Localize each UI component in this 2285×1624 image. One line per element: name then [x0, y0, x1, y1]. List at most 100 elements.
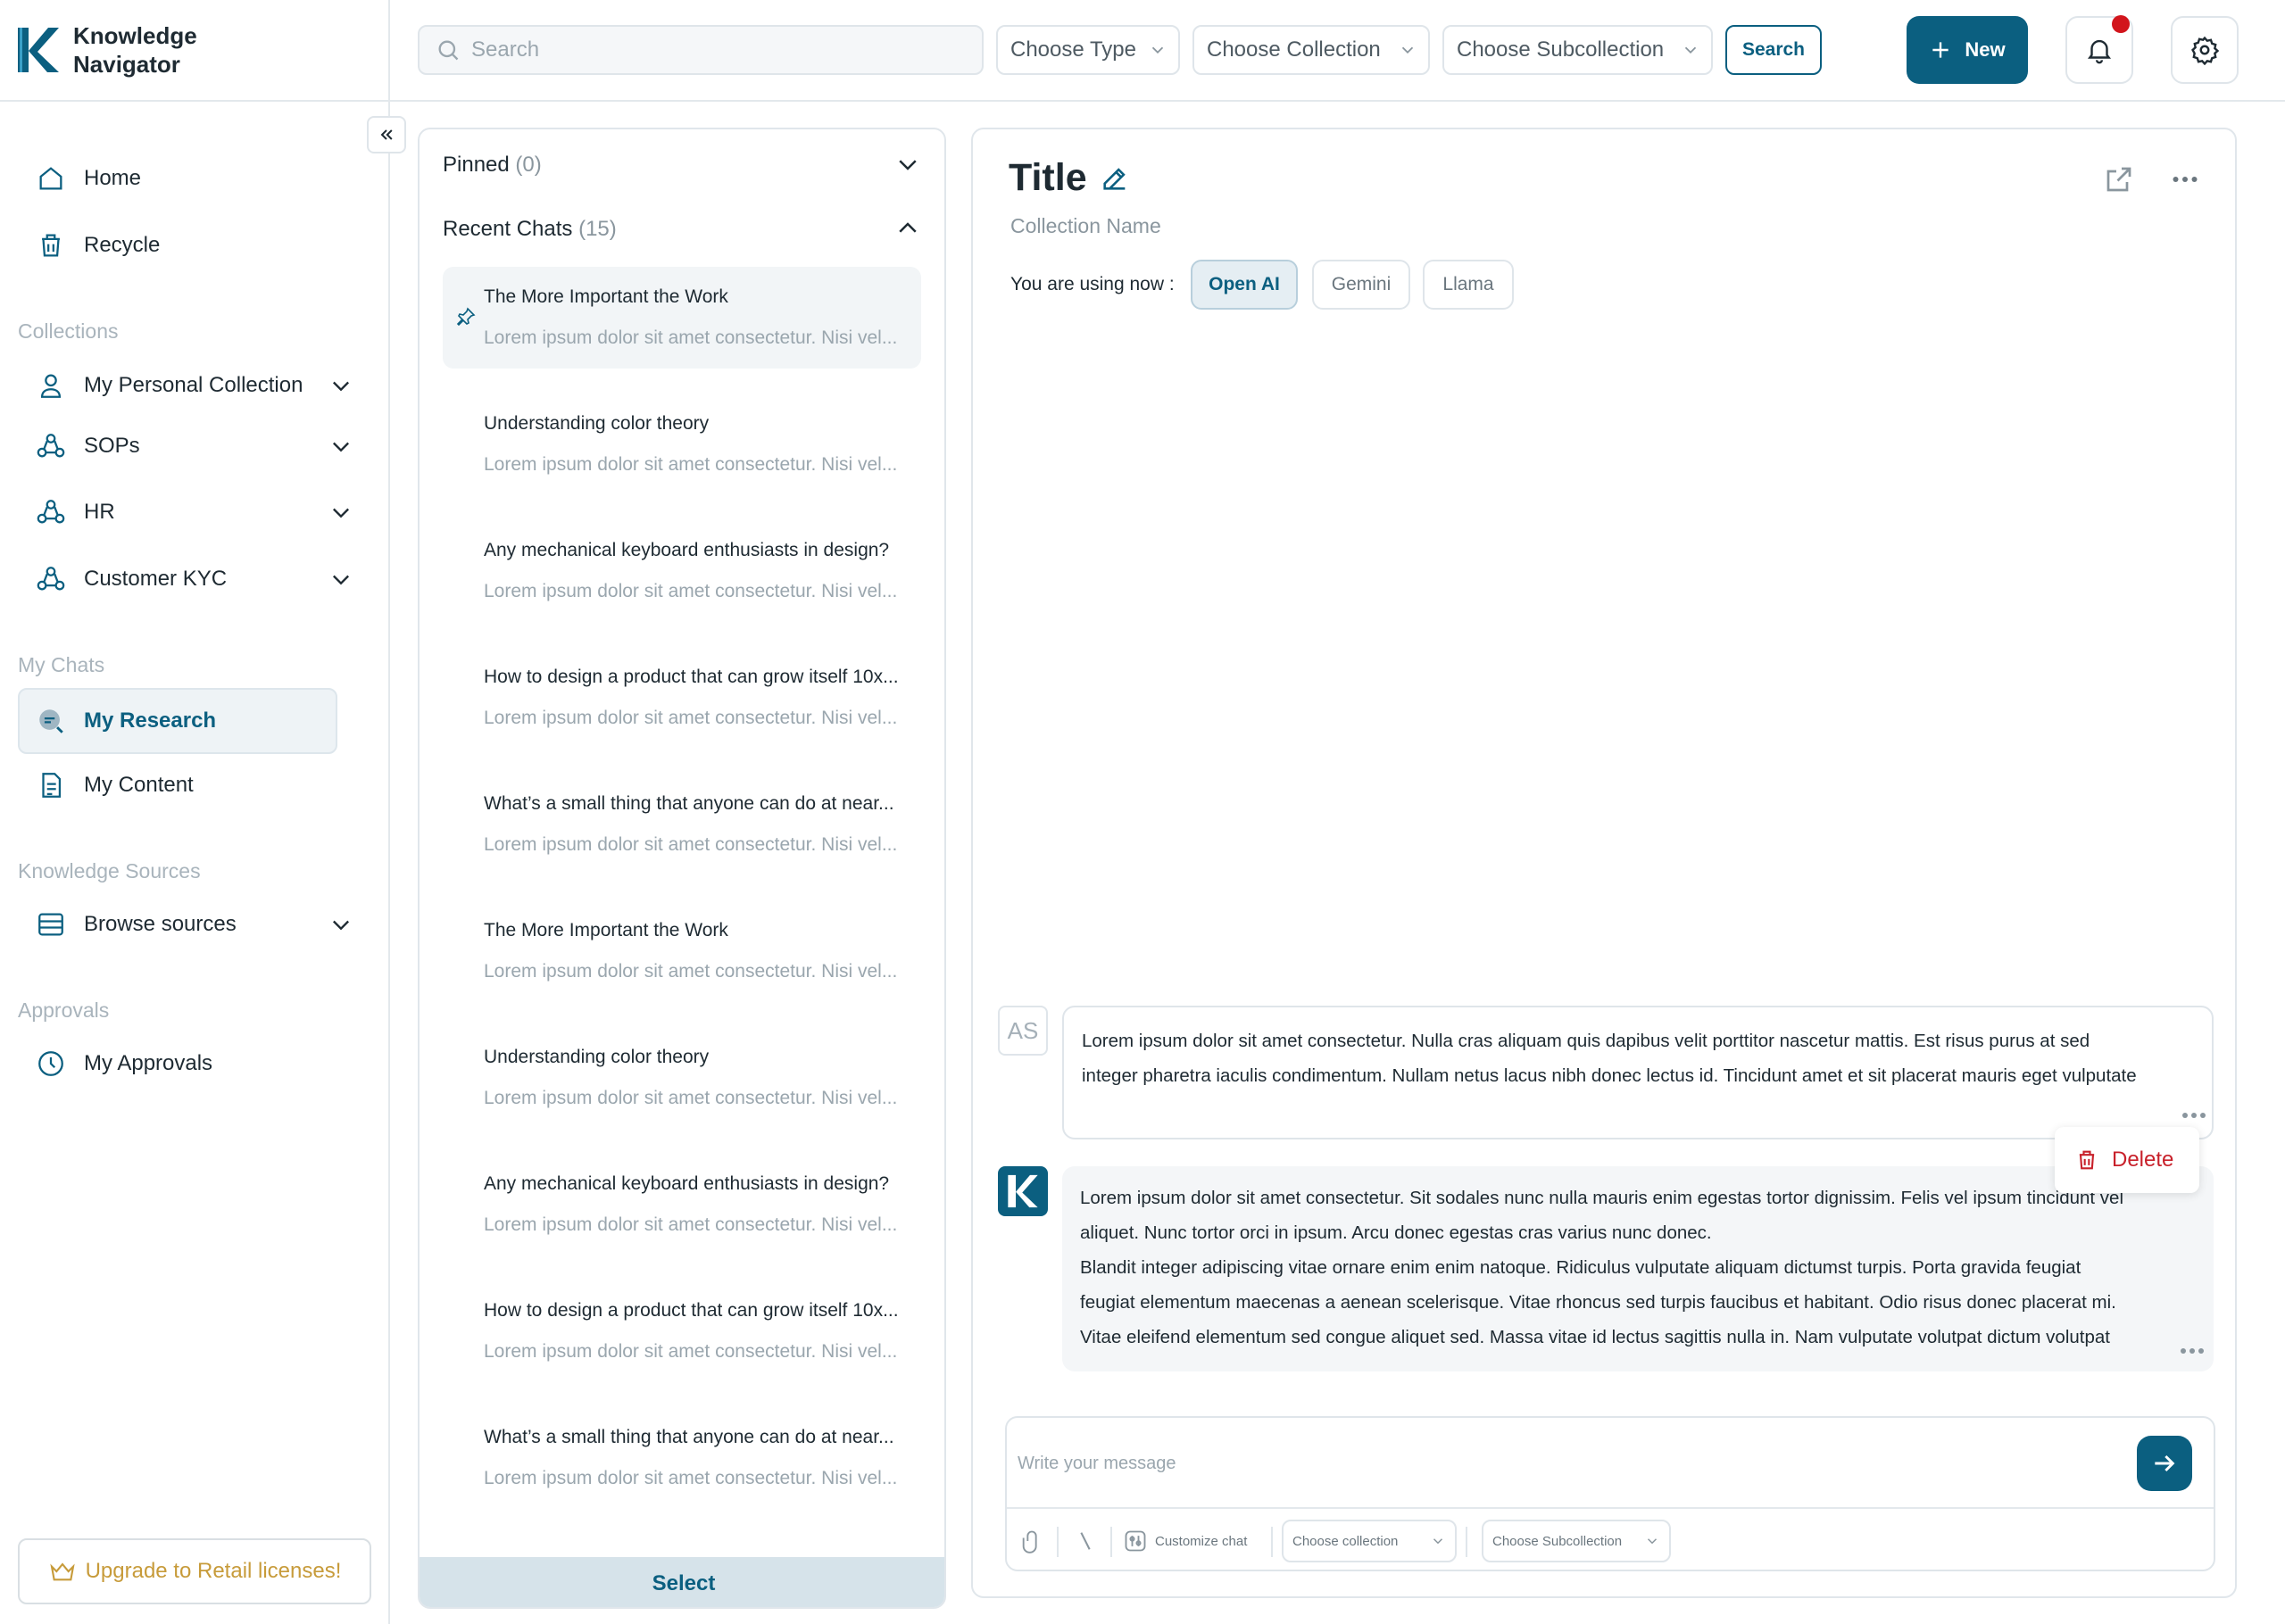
chevron-down-icon[interactable]: [894, 151, 921, 178]
pinned-count: (0): [515, 153, 542, 177]
choose-collection-select[interactable]: Choose Collection: [1192, 25, 1430, 75]
model-using-label: You are using now :: [1010, 274, 1175, 294]
composer-choose-collection[interactable]: Choose collection: [1282, 1520, 1457, 1562]
slash-command-button[interactable]: [1073, 1529, 1098, 1554]
choose-type-label: Choose Type: [1010, 37, 1136, 62]
pencil-icon[interactable]: [1100, 163, 1130, 194]
search-input[interactable]: [471, 37, 971, 62]
chat-list-item[interactable]: Any mechanical keyboard enthusiasts in d…: [443, 520, 921, 622]
collections-section-label: Collections: [18, 319, 119, 343]
chevron-down-icon: [1647, 1538, 1658, 1545]
chevron-down-icon[interactable]: [328, 373, 353, 398]
chat-list-item[interactable]: Understanding color theory Lorem ipsum d…: [443, 1027, 921, 1129]
gear-icon: [2191, 36, 2220, 65]
settings-button[interactable]: [2171, 16, 2239, 84]
chat-list-item[interactable]: How to design a product that can grow it…: [443, 647, 921, 749]
chevron-down-icon[interactable]: [328, 912, 353, 937]
send-button[interactable]: [2137, 1436, 2192, 1491]
collection-item-hr[interactable]: HR: [36, 493, 349, 532]
chat-preview: Lorem ipsum dolor sit amet consectetur. …: [484, 961, 898, 982]
nav-home[interactable]: Home: [36, 159, 141, 198]
chat-preview: Lorem ipsum dolor sit amet consectetur. …: [484, 327, 898, 348]
upgrade-button[interactable]: Upgrade to Retail licenses!: [18, 1538, 371, 1604]
database-icon: [38, 913, 63, 936]
search-field[interactable]: [418, 25, 984, 75]
pin-icon[interactable]: [455, 306, 477, 327]
trash-icon: [2079, 1150, 2095, 1170]
delete-label: Delete: [2112, 1148, 2174, 1172]
message-line: Lorem ipsum dolor sit amet consectetur. …: [1080, 1188, 2124, 1208]
chat-list-item[interactable]: How to design a product that can grow it…: [443, 1280, 921, 1382]
user-message: Lorem ipsum dolor sit amet consectetur. …: [1062, 1006, 2214, 1139]
pinned-header[interactable]: Pinned (0): [443, 153, 542, 178]
collection-item-sops[interactable]: SOPs: [36, 427, 349, 466]
search-icon: [438, 40, 459, 61]
chevron-down-icon: [1401, 46, 1414, 54]
group-icon: [37, 500, 65, 524]
group-icon: [37, 434, 65, 458]
chat-list-item[interactable]: The More Important the Work Lorem ipsum …: [443, 900, 921, 1002]
nav-my-approvals-label: My Approvals: [84, 1051, 213, 1075]
chat-list-item[interactable]: What’s a small thing that anyone can do …: [443, 1407, 921, 1509]
chevron-down-icon[interactable]: [328, 567, 353, 592]
delete-menu-item[interactable]: Delete: [2055, 1127, 2199, 1193]
chat-preview: Lorem ipsum dolor sit amet consectetur. …: [484, 834, 898, 855]
message-options-icon[interactable]: [2180, 1346, 2205, 1355]
collection-item-personal[interactable]: My Personal Collection: [36, 366, 349, 405]
chat-preview: Lorem ipsum dolor sit amet consectetur. …: [484, 454, 898, 475]
chat-list-item[interactable]: Understanding color theory Lorem ipsum d…: [443, 394, 921, 495]
recent-chats-header[interactable]: Recent Chats (15): [443, 217, 617, 242]
customize-chat-button[interactable]: Customize chat: [1123, 1529, 1247, 1554]
chevron-down-icon[interactable]: [328, 434, 353, 459]
nav-my-research[interactable]: My Research: [36, 701, 216, 741]
select-button[interactable]: Select: [420, 1557, 944, 1607]
chat-list-item[interactable]: The More Important the Work Lorem ipsum …: [443, 267, 921, 369]
message-line: feugiat elementum maecenas a aenean scel…: [1080, 1292, 2116, 1313]
nav-my-content-label: My Content: [84, 773, 194, 797]
app-logo[interactable]: Knowledge Navigator: [18, 21, 198, 79]
attach-button[interactable]: [1019, 1529, 1044, 1554]
chat-preview: Lorem ipsum dolor sit amet consectetur. …: [484, 708, 898, 728]
composer-divider: [1007, 1507, 2214, 1509]
chat-list-item[interactable]: What’s a small thing that anyone can do …: [443, 774, 921, 875]
chat-title: Any mechanical keyboard enthusiasts in d…: [484, 540, 890, 560]
chevron-down-icon[interactable]: [328, 500, 353, 525]
model-chip-llama[interactable]: Llama: [1423, 260, 1514, 310]
message-line: aliquet. Nunc tortor orci in ipsum. Arcu…: [1080, 1222, 1712, 1243]
search-button[interactable]: Search: [1725, 25, 1822, 75]
chat-title: What’s a small thing that anyone can do …: [484, 793, 894, 814]
chat-title: How to design a product that can grow it…: [484, 667, 899, 687]
recent-chats-label: Recent Chats: [443, 217, 573, 241]
open-external-icon[interactable]: [2103, 163, 2135, 195]
choose-subcollection-select[interactable]: Choose Subcollection: [1442, 25, 1713, 75]
my-chats-section-label: My Chats: [18, 653, 105, 676]
more-options-icon[interactable]: [2169, 163, 2201, 195]
collection-item-customer-kyc[interactable]: Customer KYC: [36, 559, 349, 599]
composer-choose-subcollection[interactable]: Choose Subcollection: [1482, 1520, 1671, 1562]
chat-title: How to design a product that can grow it…: [484, 1300, 899, 1321]
collapse-sidebar-button[interactable]: [367, 116, 406, 153]
customize-chat-label: Customize chat: [1155, 1533, 1248, 1549]
nav-my-approvals[interactable]: My Approvals: [36, 1044, 212, 1083]
nav-browse-sources[interactable]: Browse sources: [36, 905, 349, 944]
model-chip-openai[interactable]: Open AI: [1191, 260, 1298, 310]
nav-my-content[interactable]: My Content: [36, 766, 194, 805]
crown-icon: [49, 1562, 75, 1581]
choose-type-select[interactable]: Choose Type: [996, 25, 1180, 75]
toolbar-divider: [1271, 1527, 1273, 1557]
toolbar-divider: [1466, 1527, 1467, 1557]
nav-recycle[interactable]: Recycle: [36, 226, 160, 265]
sliders-icon: [1125, 1530, 1146, 1552]
collection-label: My Personal Collection: [84, 373, 303, 397]
home-icon: [39, 167, 62, 190]
message-options-icon[interactable]: [2181, 1111, 2206, 1120]
model-chip-gemini[interactable]: Gemini: [1312, 260, 1410, 310]
clock-icon: [38, 1051, 63, 1076]
message-input[interactable]: Write your message: [1018, 1454, 1176, 1474]
chat-panel: Title Collection Name You are using now …: [971, 128, 2237, 1598]
chat-list-item[interactable]: Any mechanical keyboard enthusiasts in d…: [443, 1154, 921, 1255]
chat-title: What’s a small thing that anyone can do …: [484, 1427, 894, 1447]
new-button[interactable]: New: [1907, 16, 2028, 84]
chevron-up-icon[interactable]: [894, 215, 921, 242]
message-line: Blandit integer adipiscing vitae ornare …: [1080, 1257, 2081, 1278]
